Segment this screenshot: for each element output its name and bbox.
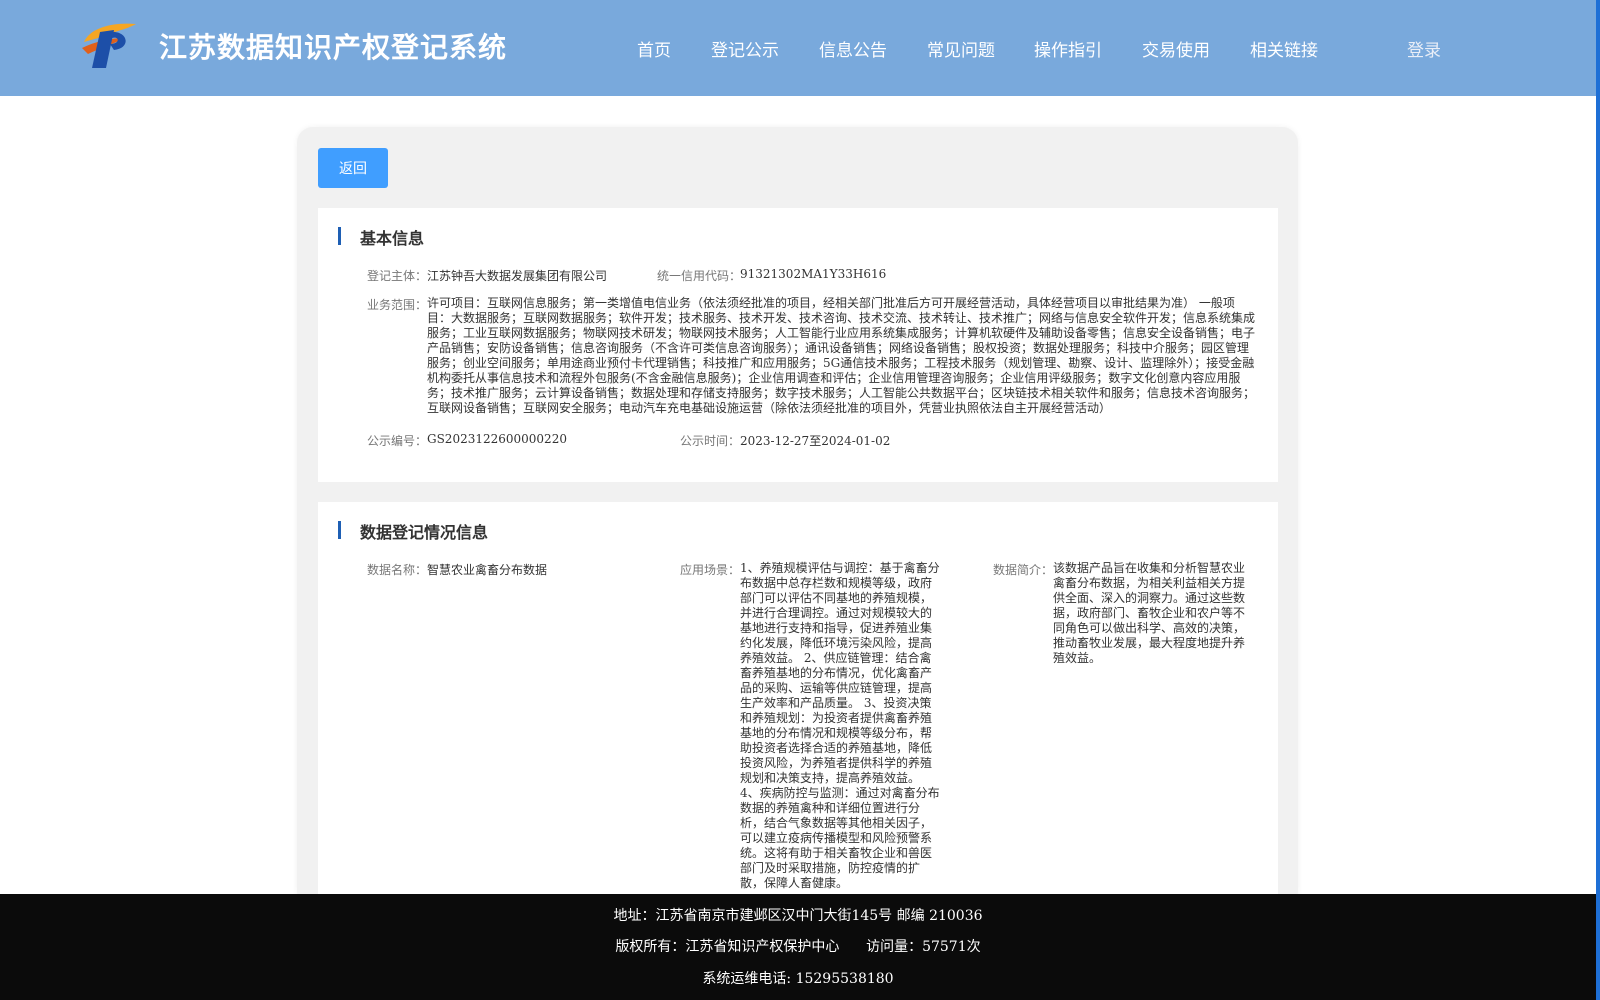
notice-time-value: 2023-12-27至2024-01-02 [740,434,891,448]
scope-label: 业务范围： [367,298,428,312]
section-marker [338,227,341,245]
basic-info-card: 基本信息 登记主体： 江苏钟吾大数据发展集团有限公司 统一信用代码： 91321… [318,208,1278,482]
nav-trade-use[interactable]: 交易使用 [1142,36,1210,61]
scenario-value: 1、养殖规模评估与调控：基于禽畜分布数据中总存栏数和规模等级，政府部门可以评估不… [740,561,940,890]
nav-announcement[interactable]: 信息公告 [819,36,887,61]
nav-related-links[interactable]: 相关链接 [1250,36,1318,61]
credit-code-label: 统一信用代码： [657,269,742,283]
nav-guide[interactable]: 操作指引 [1034,36,1102,61]
scope-value: 许可项目：互联网信息服务；第一类增值电信业务（依法须经批准的项目，经相关部门批准… [427,296,1256,415]
section-marker [338,521,341,539]
p-logo-icon[interactable] [80,18,140,72]
nav-faq[interactable]: 常见问题 [927,36,995,61]
data-info-card: 数据登记情况信息 数据名称： 智慧农业禽畜分布数据 应用场景： 1、养殖规模评估… [318,502,1278,922]
scrollbar-strip [1596,0,1600,1000]
notice-no-label: 公示编号： [367,434,428,448]
data-name-label: 数据名称： [367,563,428,577]
entity-label: 登记主体： [367,269,428,283]
intro-label: 数据简介： [993,563,1054,577]
login-link[interactable]: 登录 [1407,36,1441,61]
footer-address: 地址：江苏省南京市建邺区汉中门大街145号 邮编 210036 [613,908,983,924]
site-title: 江苏数据知识产权登记系统 [159,31,508,64]
entity-value: 江苏钟吾大数据发展集团有限公司 [427,269,608,283]
site-footer: 地址：江苏省南京市建邺区汉中门大街145号 邮编 210036 版权所有：江苏省… [0,894,1596,1000]
back-button[interactable]: 返回 [318,148,388,188]
data-info-title: 数据登记情况信息 [360,523,489,542]
basic-info-title: 基本信息 [360,229,425,248]
data-name-value: 智慧农业禽畜分布数据 [427,563,548,577]
nav-registration-notice[interactable]: 登记公示 [711,36,779,61]
nav-home[interactable]: 首页 [637,36,671,61]
notice-no-value: GS2023122600000220 [427,432,567,446]
intro-value: 该数据产品旨在收集和分析智慧农业禽畜分布数据，为相关利益相关方提供全面、深入的洞… [1053,561,1246,665]
scenario-label: 应用场景： [680,563,741,577]
footer-copyright: 版权所有：江苏省知识产权保护中心 访问量：57571次 [615,939,981,955]
notice-time-label: 公示时间： [680,434,741,448]
site-header: 江苏数据知识产权登记系统 首页 登记公示 信息公告 常见问题 操作指引 交易使用… [0,0,1596,96]
footer-phone: 系统运维电话: 15295538180 [702,971,894,987]
credit-code-value: 91321302MA1Y33H616 [740,267,887,281]
